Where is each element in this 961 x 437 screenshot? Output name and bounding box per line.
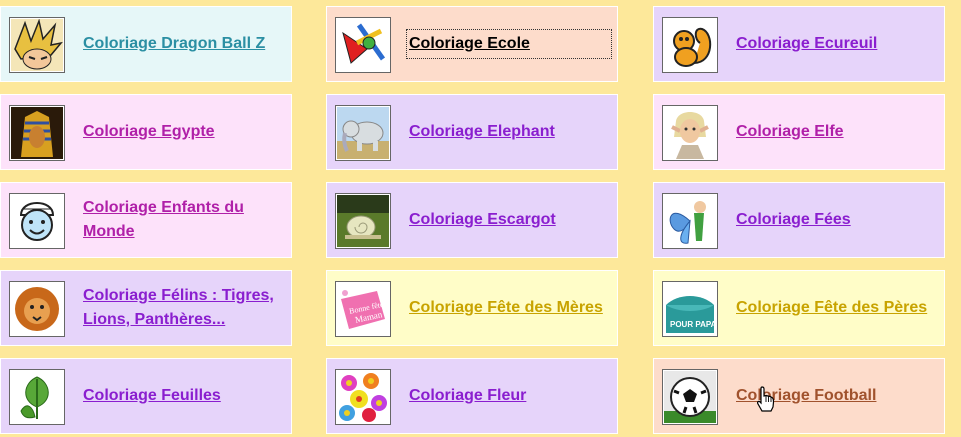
category-link-fete-des-peres[interactable]: Coloriage Fête des Pères: [736, 296, 936, 320]
lion-thumbnail-icon[interactable]: [9, 281, 65, 337]
category-link-elfe[interactable]: Coloriage Elfe: [736, 120, 936, 144]
svg-text:POUR PAPA: POUR PAPA: [670, 320, 716, 329]
category-card-egypte[interactable]: Coloriage Egypte: [0, 94, 292, 170]
category-link-egypte[interactable]: Coloriage Egypte: [83, 120, 283, 144]
elf-thumbnail-icon[interactable]: [662, 105, 718, 161]
category-link-fete-des-meres[interactable]: Coloriage Fête des Mères: [409, 296, 609, 320]
category-card-escargot[interactable]: Coloriage Escargot: [326, 182, 618, 258]
category-card-enfants-du-monde[interactable]: Coloriage Enfants du Monde: [0, 182, 292, 258]
snail-thumbnail-icon[interactable]: [335, 193, 391, 249]
category-card-fees[interactable]: Coloriage Fées: [653, 182, 945, 258]
category-link-dragon-ball-z[interactable]: Coloriage Dragon Ball Z: [83, 32, 283, 56]
category-card-dragon-ball-z[interactable]: Coloriage Dragon Ball Z: [0, 6, 292, 82]
category-link-fleur[interactable]: Coloriage Fleur: [409, 384, 609, 408]
category-card-ecureuil[interactable]: Coloriage Ecureuil: [653, 6, 945, 82]
elephant-thumbnail-icon[interactable]: [335, 105, 391, 161]
category-link-elephant[interactable]: Coloriage Elephant: [409, 120, 609, 144]
pharaoh-thumbnail-icon[interactable]: [9, 105, 65, 161]
category-card-fete-des-peres[interactable]: POUR PAPA Coloriage Fête des Pères: [653, 270, 945, 346]
category-card-elfe[interactable]: Coloriage Elfe: [653, 94, 945, 170]
fathers-day-thumbnail-icon[interactable]: POUR PAPA: [662, 281, 718, 337]
football-thumbnail-icon[interactable]: [662, 369, 718, 425]
category-card-football[interactable]: Coloriage Football: [653, 358, 945, 434]
school-thumbnail-icon[interactable]: [335, 17, 391, 73]
category-link-felins[interactable]: Coloriage Félins : Tigres, Lions, Panthè…: [83, 284, 283, 332]
child-thumbnail-icon[interactable]: [9, 193, 65, 249]
category-card-felins[interactable]: Coloriage Félins : Tigres, Lions, Panthè…: [0, 270, 292, 346]
squirrel-thumbnail-icon[interactable]: [662, 17, 718, 73]
category-card-feuilles[interactable]: Coloriage Feuilles: [0, 358, 292, 434]
hand-pointer-icon: [757, 386, 775, 412]
category-link-ecureuil[interactable]: Coloriage Ecureuil: [736, 32, 936, 56]
category-link-enfants-du-monde[interactable]: Coloriage Enfants du Monde: [83, 196, 283, 244]
flowers-thumbnail-icon[interactable]: [335, 369, 391, 425]
category-card-ecole[interactable]: Coloriage Ecole: [326, 6, 618, 82]
category-card-elephant[interactable]: Coloriage Elephant: [326, 94, 618, 170]
leaves-thumbnail-icon[interactable]: [9, 369, 65, 425]
category-card-fete-des-meres[interactable]: Bonne fête Maman Coloriage Fête des Mères: [326, 270, 618, 346]
fairy-thumbnail-icon[interactable]: [662, 193, 718, 249]
category-card-fleur[interactable]: Coloriage Fleur: [326, 358, 618, 434]
category-link-ecole[interactable]: Coloriage Ecole: [406, 29, 612, 59]
dragon-ball-z-thumbnail-icon[interactable]: [9, 17, 65, 73]
category-link-escargot[interactable]: Coloriage Escargot: [409, 208, 609, 232]
category-link-feuilles[interactable]: Coloriage Feuilles: [83, 384, 283, 408]
mothers-day-thumbnail-icon[interactable]: Bonne fête Maman: [335, 281, 391, 337]
category-link-fees[interactable]: Coloriage Fées: [736, 208, 936, 232]
